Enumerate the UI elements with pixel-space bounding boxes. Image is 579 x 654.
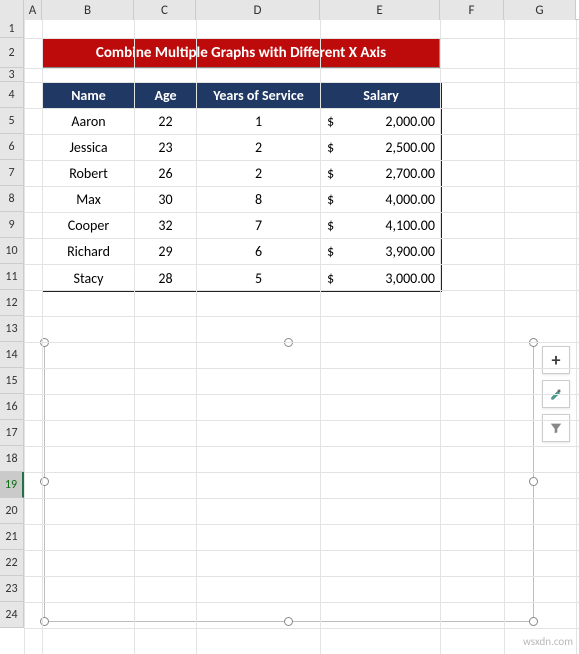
chart-placeholder[interactable] <box>44 342 534 622</box>
row-header-17[interactable]: 17 <box>0 420 24 446</box>
cell-years-of-service[interactable]: 2 <box>197 135 321 161</box>
cell-name[interactable]: Stacy <box>43 265 135 291</box>
table-row: Jessica232$2,500.00 <box>43 135 441 161</box>
row-header-9[interactable]: 9 <box>0 212 24 238</box>
row-headers: 123456789101112131415161718192021222324 <box>0 20 24 628</box>
select-all-corner[interactable] <box>0 0 24 20</box>
chart-elements-button[interactable] <box>542 346 570 374</box>
column-headers: ABCDEFG <box>0 0 579 20</box>
cell-name[interactable]: Richard <box>43 239 135 265</box>
cell-name[interactable]: Max <box>43 187 135 213</box>
cell-name[interactable]: Jessica <box>43 135 135 161</box>
cell-salary[interactable]: $2,700.00 <box>321 161 441 187</box>
header-name[interactable]: Name <box>43 83 135 109</box>
row-header-10[interactable]: 10 <box>0 238 24 264</box>
column-header-G[interactable]: G <box>504 0 576 20</box>
row-header-7[interactable]: 7 <box>0 160 24 186</box>
row-header-8[interactable]: 8 <box>0 186 24 212</box>
row-header-12[interactable]: 12 <box>0 290 24 316</box>
spreadsheet-grid: ABCDEFG 12345678910111213141516171819202… <box>0 0 579 654</box>
cell-age[interactable]: 28 <box>135 265 197 291</box>
chart-filters-button[interactable] <box>542 414 570 442</box>
table-header-row: Name Age Years of Service Salary <box>43 83 441 109</box>
table-row: Aaron221$2,000.00 <box>43 109 441 135</box>
resize-handle-bottom-right[interactable] <box>529 617 538 626</box>
cell-years-of-service[interactable]: 5 <box>197 265 321 291</box>
row-header-2[interactable]: 2 <box>0 38 24 68</box>
cell-age[interactable]: 23 <box>135 135 197 161</box>
row-header-15[interactable]: 15 <box>0 368 24 394</box>
row-header-24[interactable]: 24 <box>0 602 24 628</box>
row-header-16[interactable]: 16 <box>0 394 24 420</box>
filter-icon <box>549 421 563 435</box>
row-header-1[interactable]: 1 <box>0 20 24 38</box>
cell-name[interactable]: Robert <box>43 161 135 187</box>
header-age[interactable]: Age <box>135 83 197 109</box>
cell-age[interactable]: 30 <box>135 187 197 213</box>
cells-area[interactable]: Combine Multiple Graphs with Different X… <box>24 20 579 654</box>
table-row: Max308$4,000.00 <box>43 187 441 213</box>
table-row: Robert262$2,700.00 <box>43 161 441 187</box>
resize-handle-mid-right[interactable] <box>529 477 538 486</box>
column-header-F[interactable]: F <box>440 0 504 20</box>
row-header-18[interactable]: 18 <box>0 446 24 472</box>
table-row: Stacy285$3,000.00 <box>43 265 441 291</box>
row-header-13[interactable]: 13 <box>0 316 24 342</box>
cell-years-of-service[interactable]: 1 <box>197 109 321 135</box>
cell-age[interactable]: 22 <box>135 109 197 135</box>
cell-age[interactable]: 26 <box>135 161 197 187</box>
cell-salary[interactable]: $2,500.00 <box>321 135 441 161</box>
column-header-E[interactable]: E <box>320 0 440 20</box>
column-header-A[interactable]: A <box>24 0 42 20</box>
row-header-21[interactable]: 21 <box>0 524 24 550</box>
cell-name[interactable]: Cooper <box>43 213 135 239</box>
cell-name[interactable]: Aaron <box>43 109 135 135</box>
column-header-D[interactable]: D <box>196 0 320 20</box>
row-header-19[interactable]: 19 <box>0 472 24 498</box>
cell-years-of-service[interactable]: 6 <box>197 239 321 265</box>
header-salary[interactable]: Salary <box>321 83 441 109</box>
cell-salary[interactable]: $4,100.00 <box>321 213 441 239</box>
row-header-23[interactable]: 23 <box>0 576 24 602</box>
cell-salary[interactable]: $3,000.00 <box>321 265 441 291</box>
header-years-of-service[interactable]: Years of Service <box>197 83 321 109</box>
row-header-4[interactable]: 4 <box>0 82 24 108</box>
row-header-11[interactable]: 11 <box>0 264 24 290</box>
row-header-14[interactable]: 14 <box>0 342 24 368</box>
cell-salary[interactable]: $4,000.00 <box>321 187 441 213</box>
cell-age[interactable]: 29 <box>135 239 197 265</box>
cell-salary[interactable]: $3,900.00 <box>321 239 441 265</box>
table-row: Richard296$3,900.00 <box>43 239 441 265</box>
cell-years-of-service[interactable]: 2 <box>197 161 321 187</box>
title-banner-text: Combine Multiple Graphs with Different X… <box>96 44 386 62</box>
resize-handle-bottom-mid[interactable] <box>284 617 293 626</box>
data-table: Name Age Years of Service Salary Aaron22… <box>42 82 442 292</box>
row-header-3[interactable]: 3 <box>0 68 24 82</box>
row-header-6[interactable]: 6 <box>0 134 24 160</box>
cell-age[interactable]: 32 <box>135 213 197 239</box>
row-header-5[interactable]: 5 <box>0 108 24 134</box>
row-header-22[interactable]: 22 <box>0 550 24 576</box>
column-header-C[interactable]: C <box>134 0 196 20</box>
cell-salary[interactable]: $2,000.00 <box>321 109 441 135</box>
watermark: wsxdn.com <box>523 635 573 648</box>
column-header-B[interactable]: B <box>42 0 134 20</box>
row-header-20[interactable]: 20 <box>0 498 24 524</box>
title-banner: Combine Multiple Graphs with Different X… <box>42 38 440 68</box>
table-row: Cooper327$4,100.00 <box>43 213 441 239</box>
cell-years-of-service[interactable]: 7 <box>197 213 321 239</box>
cell-years-of-service[interactable]: 8 <box>197 187 321 213</box>
